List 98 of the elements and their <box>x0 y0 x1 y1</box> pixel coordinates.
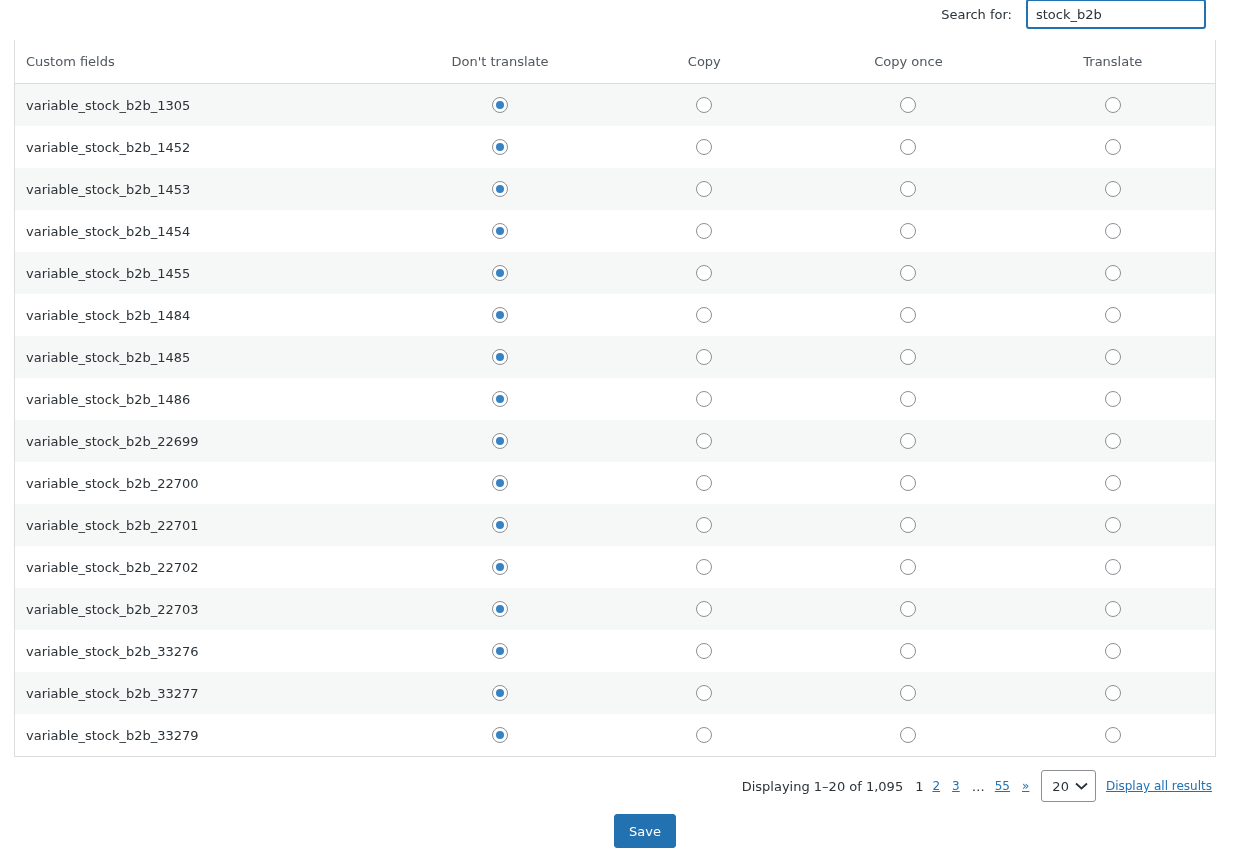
radio-button[interactable] <box>900 475 917 492</box>
radio-button[interactable] <box>900 181 917 198</box>
page-link[interactable]: 3 <box>952 779 960 793</box>
radio-button[interactable] <box>696 685 713 702</box>
radio-button[interactable] <box>1104 685 1121 702</box>
radio-button[interactable] <box>1104 727 1121 744</box>
radio-button[interactable] <box>1104 391 1121 408</box>
radio-button[interactable] <box>492 223 509 240</box>
field-name: variable_stock_b2b_1455 <box>26 265 191 281</box>
field-name: variable_stock_b2b_1305 <box>26 97 191 113</box>
radio-button[interactable] <box>696 223 713 240</box>
radio-button[interactable] <box>1104 223 1121 240</box>
radio-button[interactable] <box>1104 307 1121 324</box>
radio-button[interactable] <box>900 601 917 618</box>
radio-button[interactable] <box>696 265 713 282</box>
radio-button[interactable] <box>900 685 917 702</box>
field-name: variable_stock_b2b_1486 <box>26 391 191 407</box>
page-link[interactable]: 2 <box>932 779 941 793</box>
radio-button[interactable] <box>900 727 917 744</box>
radio-button[interactable] <box>696 181 713 198</box>
radio-button[interactable] <box>492 181 509 198</box>
radio-button[interactable] <box>1104 265 1121 282</box>
ellipsis: … <box>971 778 985 794</box>
radio-button[interactable] <box>696 559 713 576</box>
radio-button[interactable] <box>492 643 509 660</box>
field-name: variable_stock_b2b_33276 <box>26 643 199 659</box>
column-header: Translate <box>1083 54 1143 69</box>
field-name: variable_stock_b2b_1452 <box>26 139 191 155</box>
radio-button[interactable] <box>900 97 917 114</box>
radio-button[interactable] <box>696 517 713 534</box>
field-name: variable_stock_b2b_33277 <box>26 685 199 701</box>
field-name: variable_stock_b2b_22699 <box>26 433 199 449</box>
radio-button[interactable] <box>492 265 509 282</box>
radio-button[interactable] <box>1104 433 1121 450</box>
column-header: Custom fields <box>26 54 115 69</box>
radio-button[interactable] <box>900 391 917 408</box>
radio-button[interactable] <box>492 97 509 114</box>
radio-button[interactable] <box>492 601 509 618</box>
field-name: variable_stock_b2b_22702 <box>26 559 199 575</box>
column-header: Copy <box>687 54 721 69</box>
results-summary: Displaying 1–20 of 1,095 <box>741 778 904 794</box>
radio-button[interactable] <box>696 727 713 744</box>
radio-button[interactable] <box>1104 601 1121 618</box>
field-name: variable_stock_b2b_1484 <box>26 307 191 323</box>
radio-button[interactable] <box>1104 139 1121 156</box>
radio-button[interactable] <box>696 433 713 450</box>
radio-button[interactable] <box>696 601 713 618</box>
field-name: variable_stock_b2b_22701 <box>26 517 199 533</box>
radio-button[interactable] <box>1104 559 1121 576</box>
display-all-link[interactable]: Display all results <box>1105 779 1212 793</box>
radio-button[interactable] <box>492 433 509 450</box>
field-name: variable_stock_b2b_1454 <box>26 223 191 239</box>
radio-button[interactable] <box>1104 181 1121 198</box>
page-link[interactable]: 55 <box>994 779 1010 793</box>
page-link[interactable]: » <box>1022 779 1030 793</box>
radio-button[interactable] <box>900 307 917 324</box>
page-link[interactable]: 1 <box>915 778 924 794</box>
radio-button[interactable] <box>492 517 509 534</box>
radio-button[interactable] <box>900 559 917 576</box>
field-name: variable_stock_b2b_1485 <box>26 349 191 365</box>
radio-button[interactable] <box>1104 475 1121 492</box>
radio-button[interactable] <box>492 727 509 744</box>
radio-button[interactable] <box>492 559 509 576</box>
radio-button[interactable] <box>696 139 713 156</box>
radio-button[interactable] <box>696 307 713 324</box>
radio-button[interactable] <box>696 349 713 366</box>
radio-button[interactable] <box>492 307 509 324</box>
search-label: Search for: <box>941 6 1012 22</box>
radio-button[interactable] <box>1104 517 1121 534</box>
per-page-select[interactable]: 20 <box>1041 770 1096 802</box>
radio-button[interactable] <box>492 391 509 408</box>
field-name: variable_stock_b2b_22703 <box>26 601 199 617</box>
radio-button[interactable] <box>900 643 917 660</box>
radio-button[interactable] <box>900 433 917 450</box>
column-header: Don't translate <box>451 54 549 69</box>
field-name: variable_stock_b2b_33279 <box>26 727 199 743</box>
radio-button[interactable] <box>492 139 509 156</box>
search-field[interactable]: stock_b2b <box>1026 0 1206 29</box>
radio-button[interactable] <box>900 139 917 156</box>
radio-button[interactable] <box>1104 643 1121 660</box>
radio-button[interactable] <box>900 265 917 282</box>
radio-button[interactable] <box>696 391 713 408</box>
radio-button[interactable] <box>1104 349 1121 366</box>
radio-button[interactable] <box>1104 97 1121 114</box>
field-name: variable_stock_b2b_22700 <box>26 475 199 491</box>
radio-button[interactable] <box>900 223 917 240</box>
chevron-down-icon <box>1074 782 1088 790</box>
radio-button[interactable] <box>696 475 713 492</box>
radio-button[interactable] <box>900 349 917 366</box>
radio-button[interactable] <box>492 349 509 366</box>
save-button[interactable]: Save <box>614 814 676 848</box>
radio-button[interactable] <box>492 475 509 492</box>
field-name: variable_stock_b2b_1453 <box>26 181 191 197</box>
column-header: Copy once <box>874 54 943 69</box>
radio-button[interactable] <box>900 517 917 534</box>
radio-button[interactable] <box>492 685 509 702</box>
radio-button[interactable] <box>696 97 713 114</box>
radio-button[interactable] <box>696 643 713 660</box>
